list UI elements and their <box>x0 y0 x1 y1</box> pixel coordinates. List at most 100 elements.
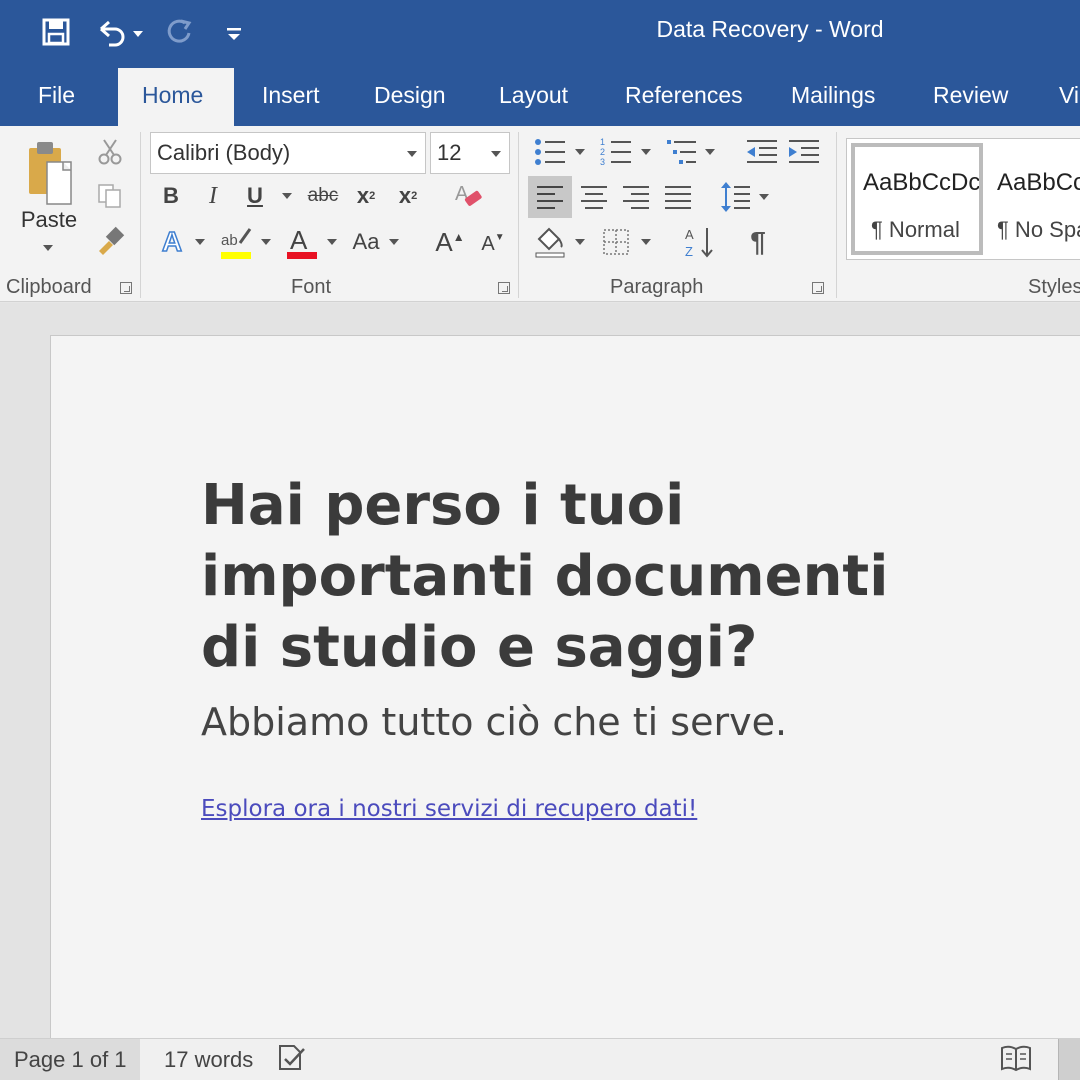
tab-layout[interactable]: Layout <box>499 82 568 109</box>
underline-button[interactable]: U <box>240 178 270 214</box>
tab-design[interactable]: Design <box>374 82 446 109</box>
sort-icon[interactable]: AZ <box>680 222 720 262</box>
svg-text:2: 2 <box>600 147 605 157</box>
grow-font-button[interactable]: A ▲ <box>432 222 468 262</box>
style-normal-name: ¶ Normal <box>871 217 960 242</box>
tab-file[interactable]: File <box>38 82 75 109</box>
text-effects-button[interactable]: A <box>154 222 190 262</box>
word-count[interactable]: 17 words <box>164 1047 253 1073</box>
line-spacing-icon[interactable] <box>718 176 754 218</box>
undo-icon[interactable] <box>94 12 148 52</box>
document-page[interactable]: Hai perso i tuoi importanti documenti di… <box>50 335 1080 1038</box>
font-size-combo[interactable]: 12 <box>430 132 510 174</box>
align-center-icon[interactable] <box>574 176 614 218</box>
document-canvas: Hai perso i tuoi importanti documenti di… <box>0 303 1080 1038</box>
font-color-caret[interactable] <box>324 222 340 262</box>
italic-button[interactable]: I <box>198 178 228 214</box>
copy-icon[interactable] <box>94 180 126 212</box>
borders-icon[interactable] <box>596 222 636 262</box>
decrease-indent-icon[interactable] <box>742 136 782 168</box>
style-no-spacing-sample: AaBbCc <box>997 169 1080 196</box>
tab-insert[interactable]: Insert <box>262 82 320 109</box>
paste-options-caret[interactable] <box>40 240 56 256</box>
clipboard-dialog-launcher-icon[interactable] <box>120 282 132 294</box>
numbering-caret[interactable] <box>638 136 654 168</box>
style-normal[interactable]: AaBbCcDc ¶ Normal <box>851 143 983 255</box>
show-formatting-marks-icon[interactable]: ¶ <box>738 222 778 262</box>
proofing-icon[interactable] <box>276 1043 308 1079</box>
svg-text:A: A <box>290 225 308 255</box>
style-no-spacing-name: ¶ No Spa <box>997 217 1080 242</box>
multilevel-list-icon[interactable] <box>662 136 702 168</box>
read-mode-icon[interactable] <box>1000 1043 1032 1079</box>
shading-icon[interactable] <box>530 222 570 262</box>
subscript-label: x <box>356 183 370 208</box>
paragraph-group-label: Paragraph <box>610 276 704 298</box>
font-dialog-launcher-icon[interactable] <box>498 282 510 294</box>
print-layout-icon[interactable] <box>1058 1039 1080 1080</box>
tab-references[interactable]: References <box>625 82 743 109</box>
tab-review[interactable]: Review <box>933 82 1008 109</box>
svg-text:3: 3 <box>600 157 605 167</box>
style-normal-sample: AaBbCcDc <box>863 169 979 196</box>
text-effects-label: A <box>161 225 183 258</box>
paste-icon[interactable] <box>14 134 84 208</box>
subscript-button[interactable]: x2 <box>350 178 382 214</box>
align-left-icon[interactable] <box>528 176 572 218</box>
headline-line: Hai perso i tuoi <box>201 473 685 538</box>
document-subheading[interactable]: Abbiamo tutto ciò che ti serve. <box>201 700 787 744</box>
align-right-icon[interactable] <box>616 176 656 218</box>
tab-view[interactable]: Vi <box>1059 82 1079 109</box>
shrink-font-label: A <box>481 232 495 255</box>
bullets-icon[interactable] <box>530 136 570 168</box>
change-case-caret[interactable] <box>386 222 402 262</box>
strikethrough-button[interactable]: abc <box>302 178 344 214</box>
document-title: Data Recovery - Word <box>656 16 884 42</box>
paragraph-dialog-launcher-icon[interactable] <box>812 282 824 294</box>
numbering-icon[interactable]: 123 <box>596 136 636 168</box>
shrink-font-button[interactable]: A ▼ <box>476 226 510 262</box>
font-group-label: Font <box>291 276 332 298</box>
clear-formatting-icon[interactable]: A <box>448 178 488 214</box>
bullets-caret[interactable] <box>572 136 588 168</box>
line-spacing-caret[interactable] <box>756 176 772 218</box>
highlight-caret[interactable] <box>258 222 274 262</box>
change-case-button[interactable]: Aa <box>348 222 384 262</box>
paste-button[interactable]: Paste <box>16 206 82 234</box>
tab-home[interactable]: Home <box>142 82 203 109</box>
svg-text:ab: ab <box>221 232 238 249</box>
font-color-icon[interactable]: A <box>282 222 322 262</box>
font-name-combo[interactable]: Calibri (Body) <box>150 132 426 174</box>
redo-icon[interactable] <box>162 12 198 52</box>
svg-text:1: 1 <box>600 137 605 147</box>
format-painter-icon[interactable] <box>94 224 126 256</box>
underline-caret[interactable] <box>278 178 296 214</box>
increase-indent-icon[interactable] <box>784 136 824 168</box>
recovery-services-link[interactable]: Esplora ora i nostri servizi di recupero… <box>201 796 697 822</box>
borders-caret[interactable] <box>638 222 654 262</box>
superscript-button[interactable]: x2 <box>392 178 424 214</box>
status-bar: Page 1 of 1 17 words <box>0 1038 1080 1080</box>
justify-icon[interactable] <box>658 176 698 218</box>
font-name-value: Calibri (Body) <box>157 140 291 165</box>
document-headline[interactable]: Hai perso i tuoi importanti documenti di… <box>201 470 921 683</box>
font-size-caret-icon <box>491 151 501 157</box>
highlight-color-icon[interactable]: ab <box>216 222 256 262</box>
group-divider <box>836 132 837 298</box>
style-no-spacing[interactable]: AaBbCc ¶ No Spa <box>993 143 1080 255</box>
title-bar: Data Recovery - Word <box>0 0 1080 64</box>
text-effects-caret[interactable] <box>192 222 208 262</box>
styles-group-label: Styles <box>1028 276 1080 298</box>
page-count[interactable]: Page 1 of 1 <box>14 1047 127 1073</box>
customize-icon[interactable] <box>222 12 246 52</box>
group-divider <box>518 132 519 298</box>
superscript-label: x <box>398 183 412 208</box>
save-icon[interactable] <box>38 12 74 52</box>
font-size-value: 12 <box>437 140 462 165</box>
tab-mailings[interactable]: Mailings <box>791 82 875 109</box>
ribbon: Paste Clipboard Calibri (Body) 12 B I U … <box>0 126 1080 302</box>
bold-button[interactable]: B <box>156 178 186 214</box>
multilevel-list-caret[interactable] <box>702 136 718 168</box>
shading-caret[interactable] <box>572 222 588 262</box>
cut-icon[interactable] <box>94 136 126 168</box>
